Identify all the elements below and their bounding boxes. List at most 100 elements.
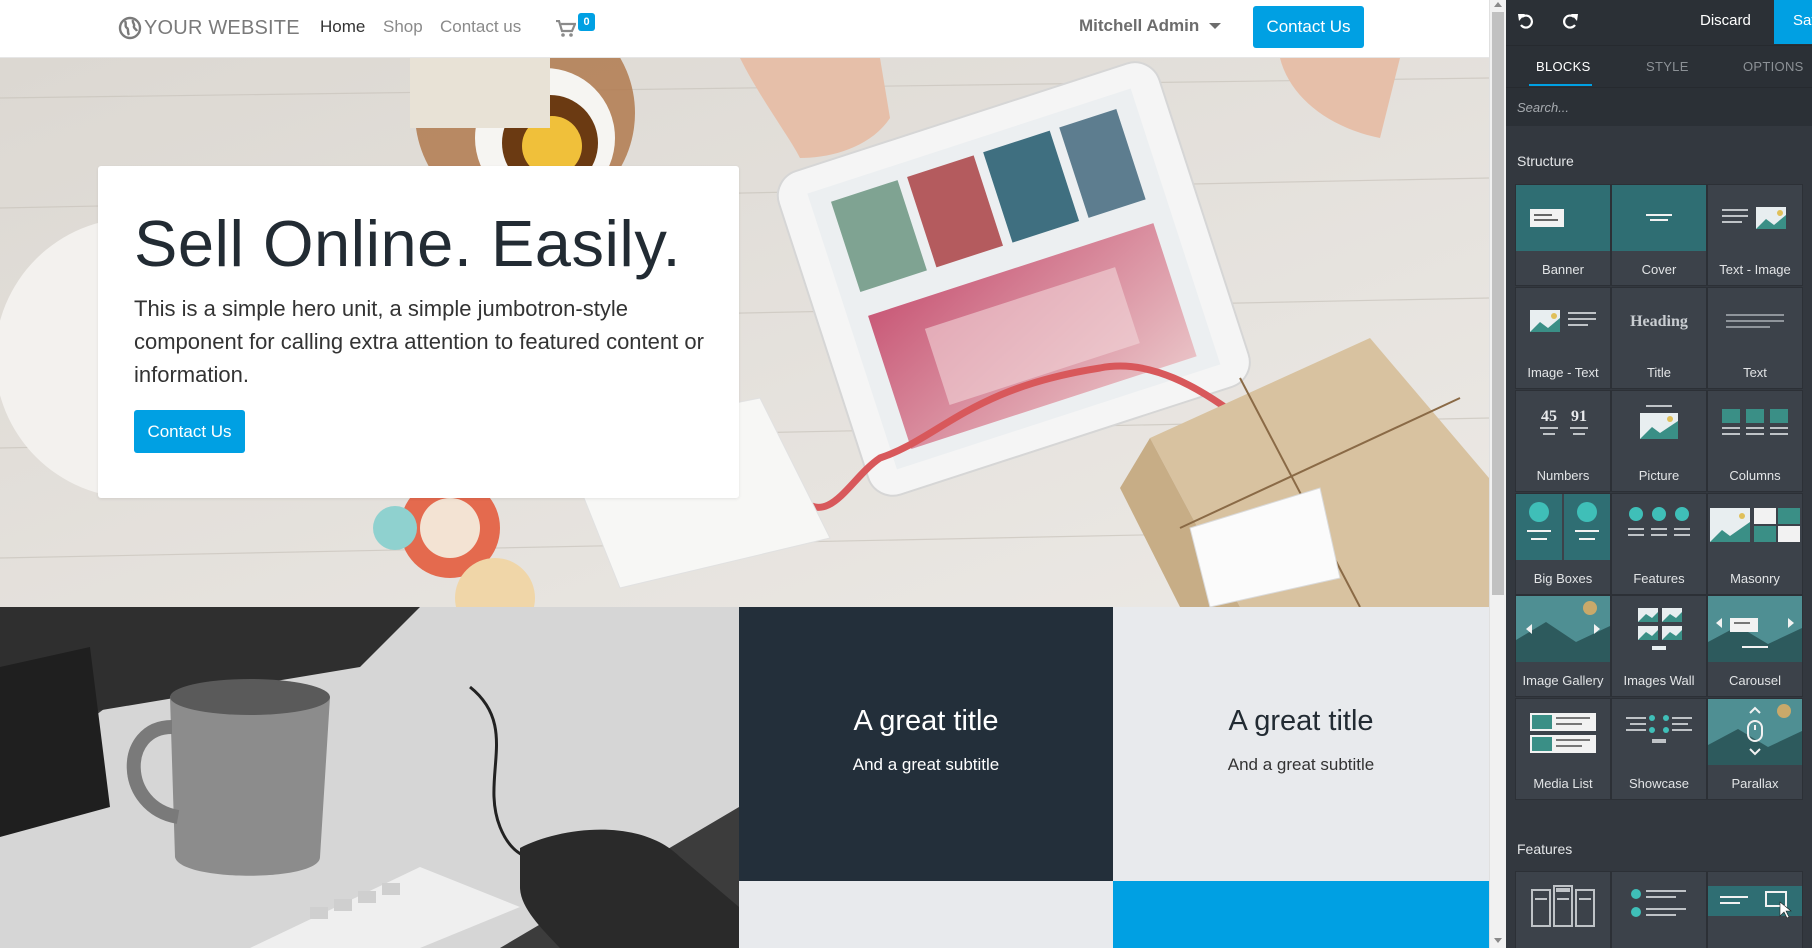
block-text[interactable]: Text — [1707, 287, 1803, 389]
block-label: Images Wall — [1623, 673, 1695, 688]
number-sample-b: 91 — [1571, 408, 1587, 425]
nav-link-shop[interactable]: Shop — [383, 17, 423, 37]
block-parallax[interactable]: Parallax — [1707, 698, 1803, 800]
features-band: A great title And a great subtitle A gre… — [0, 607, 1489, 948]
comparison-thumbnail-icon — [1531, 885, 1595, 927]
undo-icon[interactable] — [1516, 11, 1538, 33]
number-sample-a: 45 — [1541, 408, 1557, 425]
text-thumbnail-icon — [1726, 314, 1784, 328]
section-title-features: Features — [1517, 841, 1573, 857]
block-picture[interactable]: Picture — [1611, 390, 1707, 492]
text-image-thumbnail-icon — [1722, 207, 1786, 229]
title-thumbnail-icon: Heading — [1630, 313, 1688, 330]
block-text-image[interactable]: Text - Image — [1707, 184, 1803, 286]
user-menu[interactable]: Mitchell Admin — [1079, 16, 1222, 36]
editor-toolbar: Discard Save — [1506, 0, 1812, 46]
desk-image — [0, 607, 739, 948]
block-columns[interactable]: Columns — [1707, 390, 1803, 492]
carousel-thumbnail-icon — [1708, 596, 1802, 662]
block-label: Numbers — [1536, 468, 1590, 483]
nav-link-home[interactable]: Home — [320, 17, 365, 37]
numbers-thumbnail-icon: 45 91 — [1540, 408, 1588, 435]
feature-tile-bottom-blue — [1113, 881, 1489, 948]
block-numbers[interactable]: 45 91 Numbers — [1515, 390, 1611, 492]
block-features-comparison[interactable] — [1515, 871, 1611, 948]
big-boxes-thumbnail-icon — [1516, 494, 1610, 560]
block-label: Features — [1633, 571, 1685, 586]
image-text-thumbnail-icon — [1530, 310, 1596, 332]
block-images-wall[interactable]: Images Wall — [1611, 595, 1707, 697]
redo-icon[interactable] — [1558, 11, 1580, 33]
block-image-gallery[interactable]: Image Gallery — [1515, 595, 1611, 697]
feature-tile-dark: A great title And a great subtitle — [739, 607, 1113, 881]
cart-link[interactable]: 0 — [556, 13, 596, 42]
block-banner[interactable]: Banner — [1515, 184, 1611, 286]
save-button[interactable]: Save — [1774, 0, 1812, 44]
cover-thumbnail-icon — [1612, 185, 1706, 251]
desk-photo — [0, 607, 739, 948]
block-carousel[interactable]: Carousel — [1707, 595, 1803, 697]
tile-title: A great title — [853, 705, 999, 737]
user-name: Mitchell Admin — [1079, 16, 1200, 35]
hero-title: Sell Online. Easily. — [134, 207, 682, 280]
features-thumbnail-icon — [1628, 507, 1690, 536]
tab-blocks[interactable]: BLOCKS — [1536, 59, 1591, 74]
block-showcase[interactable]: Showcase — [1611, 698, 1707, 800]
block-media-list[interactable]: Media List — [1515, 698, 1611, 800]
scroll-down-arrow-icon[interactable] — [1494, 938, 1502, 943]
nav-link-contact[interactable]: Contact us — [440, 17, 521, 37]
tile-subtitle: And a great subtitle — [1227, 755, 1375, 774]
hero-section: Sell Online. Easily. This is a simple he… — [0, 58, 1489, 607]
hero-description: This is a simple hero unit, a simple jum… — [134, 296, 704, 387]
cart-count-badge: 0 — [578, 13, 595, 31]
hero-contact-button[interactable]: Contact Us — [134, 410, 245, 453]
section-title-structure: Structure — [1517, 153, 1574, 169]
block-label: Columns — [1729, 468, 1781, 483]
parallax-thumbnail-icon — [1708, 699, 1802, 765]
block-label: Masonry — [1730, 571, 1780, 586]
feature-tile-light: A great title And a great subtitle — [1113, 607, 1489, 881]
nav-contact-button[interactable]: Contact Us — [1253, 6, 1364, 48]
block-features-list[interactable] — [1611, 871, 1707, 948]
tile-title: A great title — [1228, 705, 1374, 737]
block-features-banner[interactable] — [1707, 871, 1803, 948]
block-label: Image Gallery — [1522, 673, 1604, 688]
image-gallery-thumbnail-icon — [1516, 596, 1610, 662]
brand-name: YOUR WEBSITE — [144, 16, 300, 39]
site-logo[interactable]: YOUR WEBSITE — [118, 14, 300, 42]
block-label: Title — [1646, 365, 1672, 380]
block-title[interactable]: Heading Title — [1611, 287, 1707, 389]
images-wall-thumbnail-icon — [1638, 608, 1682, 650]
block-cover[interactable]: Cover — [1611, 184, 1707, 286]
website-preview: YOUR WEBSITE Home Shop Contact us 0 Mitc… — [0, 0, 1489, 948]
picture-thumbnail-icon — [1640, 405, 1678, 439]
block-big-boxes[interactable]: Big Boxes — [1515, 493, 1611, 595]
tab-style[interactable]: STYLE — [1646, 59, 1689, 74]
top-navbar: YOUR WEBSITE Home Shop Contact us 0 Mitc… — [0, 0, 1489, 58]
media-list-thumbnail-icon — [1530, 713, 1596, 753]
block-label: Carousel — [1728, 673, 1782, 688]
page-scrollbar[interactable] — [1489, 0, 1506, 948]
globe-icon — [118, 16, 142, 40]
scrollbar-thumb[interactable] — [1492, 12, 1504, 595]
block-label: Text — [1743, 365, 1767, 380]
scroll-up-arrow-icon[interactable] — [1494, 2, 1502, 7]
editor-tabs: BLOCKS STYLE OPTIONS — [1506, 46, 1812, 88]
showcase-thumbnail-icon — [1626, 715, 1692, 743]
active-tab-indicator — [1529, 84, 1592, 86]
block-features[interactable]: Features — [1611, 493, 1707, 595]
block-label: Picture — [1638, 468, 1680, 483]
block-image-text[interactable]: Image - Text — [1515, 287, 1611, 389]
columns-thumbnail-icon — [1722, 409, 1788, 435]
features-banner-thumbnail-icon — [1708, 886, 1802, 919]
features-list-thumbnail-icon — [1631, 889, 1686, 917]
discard-button[interactable]: Discard — [1700, 0, 1751, 44]
feature-tile-bottom-light — [739, 881, 1113, 948]
block-masonry[interactable]: Masonry — [1707, 493, 1803, 595]
cart-icon — [556, 20, 576, 37]
caret-down-icon — [1209, 23, 1222, 29]
block-label: Parallax — [1731, 776, 1779, 791]
block-label: Big Boxes — [1533, 571, 1593, 586]
tab-options[interactable]: OPTIONS — [1743, 59, 1804, 74]
block-search-input[interactable] — [1506, 88, 1812, 126]
